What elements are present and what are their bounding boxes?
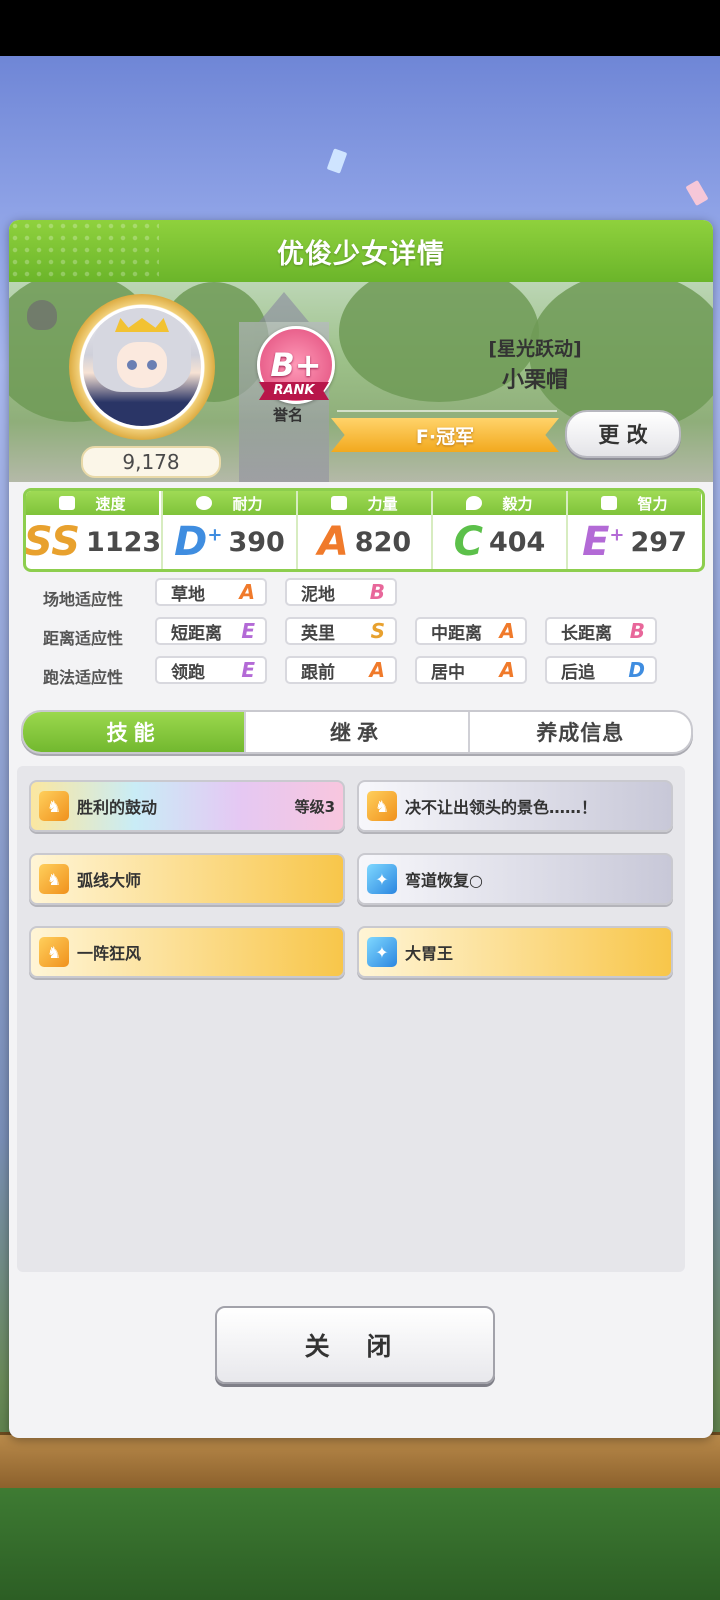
stat-grade: D+ (174, 519, 223, 565)
skill-card[interactable]: ♞ 胜利的鼓动 等级3 (29, 780, 345, 832)
stat-power: 力量 A 820 (296, 491, 431, 569)
aptitude-runner: 领跑 E (155, 656, 267, 684)
stat-label: 耐力 (232, 494, 263, 513)
skill-name: 决不让出领头的景色……！ (405, 798, 598, 817)
tab-skills[interactable]: 技能 (23, 712, 245, 752)
stat-grade: SS (23, 519, 81, 565)
tab-training-info[interactable]: 养成信息 (467, 712, 691, 752)
tab-inheritance[interactable]: 继承 (244, 712, 467, 752)
style-aptitude-label: 跑法适应性 (43, 668, 124, 687)
skill-card[interactable]: ♞ 决不让出领头的景色……！ (357, 780, 673, 832)
stat-speed: 速度 SS 1123 (23, 491, 162, 569)
stat-label: 速度 (95, 494, 126, 513)
skill-name: 弧线大师 (77, 871, 142, 890)
dialog-title: 优俊少女详情 (277, 238, 445, 270)
umamusume-detail-dialog: 优俊少女详情 9,178 B+ RANK 誉名 [星光跃动] 小栗帽 F·冠军 … (9, 220, 713, 1438)
blue-sparkle-icon: ✦ (367, 937, 397, 967)
stat-grade: C (453, 519, 483, 565)
graduation-cap-icon (601, 496, 618, 510)
aptitude-sprint: 短距离 E (155, 617, 267, 645)
stat-grade: A (317, 519, 349, 565)
field-aptitude-label: 场地适应性 (43, 590, 124, 609)
stats-panel: 速度 SS 1123 耐力 D+ 390 力量 A 820 毅力 C 404 智… (23, 488, 705, 572)
avatar[interactable] (69, 294, 215, 440)
aptitude-dirt: 泥地 B (285, 578, 397, 606)
character-name: 小栗帽 (501, 368, 568, 393)
stat-value: 390 (228, 526, 285, 558)
stat-value: 404 (488, 526, 546, 558)
skill-card[interactable]: ♞ 一阵狂风 (29, 926, 345, 978)
heart-icon (196, 496, 213, 510)
skill-level: 等级3 (294, 797, 335, 816)
aptitude-closer: 后追 D (545, 656, 657, 684)
aptitude-long: 长距离 B (545, 617, 657, 645)
close-button[interactable]: 关 闭 (215, 1306, 495, 1384)
gold-horse-icon: ♞ (367, 791, 397, 821)
stat-stamina: 耐力 D+ 390 (161, 491, 296, 569)
profile-banner: 9,178 B+ RANK 誉名 [星光跃动] 小栗帽 F·冠军 更 改 (9, 282, 713, 482)
aptitude-betweener: 居中 A (415, 656, 527, 684)
change-title-button[interactable]: 更 改 (565, 410, 681, 458)
skills-list: ♞ 胜利的鼓动 等级3 ♞ 决不让出领头的景色……！ ♞ 弧线大师 ✦ 弯道恢复… (17, 766, 685, 1272)
skill-card[interactable]: ♞ 弧线大师 (29, 853, 345, 905)
background-fence (0, 1432, 720, 1491)
distance-aptitude-label: 距离适应性 (43, 629, 124, 648)
gold-horse-icon: ♞ (39, 937, 69, 967)
header-pattern (9, 220, 159, 282)
gold-horse-icon: ♞ (39, 791, 69, 821)
detail-tabs: 技能 继承 养成信息 (21, 710, 693, 754)
stat-label: 力量 (367, 494, 398, 513)
rank-ribbon: RANK (259, 382, 329, 400)
stat-guts: 毅力 C 404 (431, 491, 566, 569)
stat-label: 智力 (637, 494, 668, 513)
title-ribbon: F·冠军 (331, 418, 559, 452)
flame-icon (466, 496, 483, 510)
blue-sparkle-icon: ✦ (367, 864, 397, 894)
muscle-icon (331, 496, 348, 510)
skill-name: 大胃王 (405, 944, 454, 963)
rank-label: 誉名 (273, 406, 304, 424)
gold-horse-icon: ♞ (39, 864, 69, 894)
stat-value: 1123 (86, 526, 162, 558)
stat-wit: 智力 E+ 297 (566, 491, 701, 569)
stat-label: 毅力 (502, 494, 533, 513)
skill-card[interactable]: ✦ 大胃王 (357, 926, 673, 978)
background-grass (0, 1488, 720, 1600)
skill-card[interactable]: ✦ 弯道恢复○ (357, 853, 673, 905)
stat-value: 297 (630, 526, 687, 558)
aptitude-turf: 草地 A (155, 578, 267, 606)
aptitude-leader: 跟前 A (285, 656, 397, 684)
bag-icon[interactable] (27, 300, 57, 330)
skill-name: 胜利的鼓动 (77, 798, 158, 817)
aptitude-mile: 英里 S (285, 617, 397, 645)
character-epithet: [星光跃动] (488, 338, 582, 360)
stat-value: 820 (354, 526, 412, 558)
skill-name: 弯道恢复○ (405, 871, 483, 890)
skill-name: 一阵狂风 (77, 944, 142, 963)
stat-grade: E+ (582, 519, 625, 565)
evaluation-points: 9,178 (81, 446, 221, 478)
dialog-header: 优俊少女详情 (9, 220, 713, 282)
aptitude-medium: 中距离 A (415, 617, 527, 645)
shoe-icon (59, 496, 76, 510)
character-portrait (83, 308, 201, 426)
